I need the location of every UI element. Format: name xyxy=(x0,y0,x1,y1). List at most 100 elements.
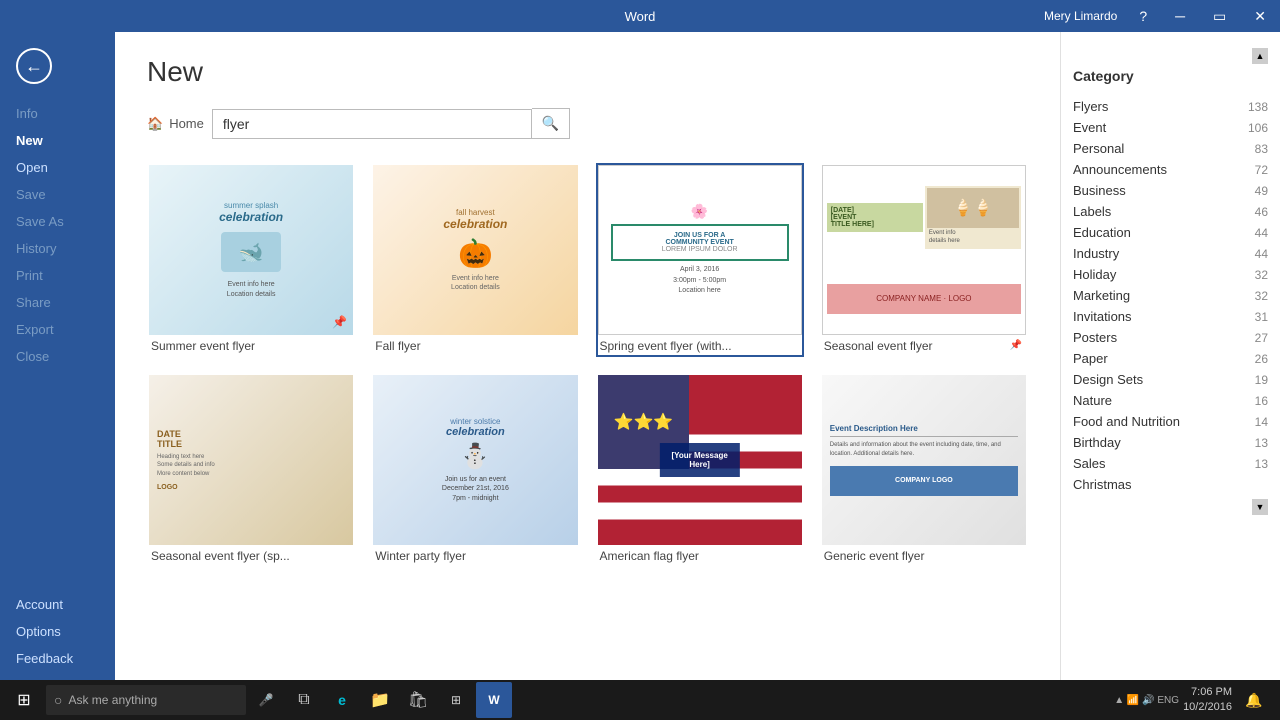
category-label: Food and Nutrition xyxy=(1073,414,1180,429)
category-label: Christmas xyxy=(1073,477,1132,492)
category-label: Personal xyxy=(1073,141,1124,156)
help-button[interactable]: ? xyxy=(1133,6,1153,26)
sidebar-item-feedback[interactable]: Feedback xyxy=(0,645,115,672)
template-card[interactable]: fall harvest celebration 🎃 Event info he… xyxy=(371,163,579,357)
category-count: 138 xyxy=(1248,100,1268,114)
main-content: New 🏠 Home 🔍 summer splash celebration 🐋 xyxy=(115,32,1060,680)
sidebar-item-new[interactable]: New xyxy=(0,127,115,154)
template-thumbnail: fall harvest celebration 🎃 Event info he… xyxy=(373,165,577,335)
category-count: 106 xyxy=(1248,121,1268,135)
notification-button[interactable]: 🔔 xyxy=(1236,682,1272,718)
category-item[interactable]: Nature16 xyxy=(1073,390,1268,411)
category-item[interactable]: Food and Nutrition14 xyxy=(1073,411,1268,432)
category-panel: ▲ Category Flyers138Event106Personal83An… xyxy=(1060,32,1280,680)
category-item[interactable]: Holiday32 xyxy=(1073,264,1268,285)
taskbar-search[interactable]: ○ Ask me anything xyxy=(46,685,246,715)
template-card[interactable]: Event Description Here Details and infor… xyxy=(820,373,1028,567)
category-item[interactable]: Labels46 xyxy=(1073,201,1268,222)
sidebar-item-open[interactable]: Open xyxy=(0,154,115,181)
search-label: Ask me anything xyxy=(68,693,157,707)
sidebar-item-info[interactable]: Info xyxy=(0,100,115,127)
sidebar-item-close[interactable]: Close xyxy=(0,343,115,370)
template-card[interactable]: ⭐⭐⭐ [Your MessageHere] American flag fly… xyxy=(596,373,804,567)
system-tray: ▲ 📶 🔊 ENG xyxy=(1114,695,1179,706)
minimize-button[interactable]: ─ xyxy=(1169,6,1191,26)
category-count: 13 xyxy=(1255,436,1268,450)
sidebar-item-history[interactable]: History xyxy=(0,235,115,262)
sidebar-item-save[interactable]: Save xyxy=(0,181,115,208)
sidebar-item-share[interactable]: Share xyxy=(0,289,115,316)
template-label: Spring event flyer (with... xyxy=(598,335,802,355)
category-item[interactable]: Paper26 xyxy=(1073,348,1268,369)
category-label: Event xyxy=(1073,120,1106,135)
category-count: 16 xyxy=(1255,394,1268,408)
maximize-button[interactable]: ▭ xyxy=(1207,6,1232,27)
category-item[interactable]: Sales13 xyxy=(1073,453,1268,474)
sidebar-item-print[interactable]: Print xyxy=(0,262,115,289)
search-input[interactable] xyxy=(212,109,532,139)
template-card[interactable]: 🌸 JOIN US FOR ACOMMUNITY EVENTLOREM IPSU… xyxy=(596,163,804,357)
template-label: Fall flyer xyxy=(373,335,577,355)
word-button[interactable]: W xyxy=(476,682,512,718)
category-item[interactable]: Education44 xyxy=(1073,222,1268,243)
category-item[interactable]: Industry44 xyxy=(1073,243,1268,264)
category-label: Industry xyxy=(1073,246,1119,261)
template-card[interactable]: winter solstice celebration ⛄ Join us fo… xyxy=(371,373,579,567)
search-button[interactable]: 🔍 xyxy=(532,108,570,139)
category-item[interactable]: Flyers138 xyxy=(1073,96,1268,117)
titlebar: Word Mery Limardo ? ─ ▭ ✕ xyxy=(0,0,1280,32)
app-name: Word xyxy=(625,9,656,24)
start-button[interactable]: ⊞ xyxy=(4,680,44,720)
template-card[interactable]: DATETITLE Heading text hereSome details … xyxy=(147,373,355,567)
folder-button[interactable]: 📁 xyxy=(362,682,398,718)
sidebar-item-options[interactable]: Options xyxy=(0,618,115,645)
sidebar-item-save-as[interactable]: Save As xyxy=(0,208,115,235)
template-label: Seasonal event flyer xyxy=(822,335,935,355)
home-button[interactable]: 🏠 Home xyxy=(147,116,212,132)
template-thumbnail: 🌸 JOIN US FOR ACOMMUNITY EVENTLOREM IPSU… xyxy=(598,165,802,335)
category-item[interactable]: Christmas xyxy=(1073,474,1268,495)
edge-button[interactable]: e xyxy=(324,682,360,718)
home-icon: 🏠 xyxy=(147,116,163,132)
template-label: Winter party flyer xyxy=(373,545,577,565)
template-thumbnail: winter solstice celebration ⛄ Join us fo… xyxy=(373,375,577,545)
apps-button[interactable]: ⊞ xyxy=(438,682,474,718)
category-count: 13 xyxy=(1255,457,1268,471)
clock: 7:06 PM 10/2/2016 xyxy=(1183,685,1232,716)
category-label: Announcements xyxy=(1073,162,1167,177)
category-item[interactable]: Marketing32 xyxy=(1073,285,1268,306)
taskbar: ⊞ ○ Ask me anything 🎤 ⧉ e 📁 🛍 ⊞ W ▲ 📶 🔊 … xyxy=(0,680,1280,720)
template-grid: summer splash celebration 🐋 Event info h… xyxy=(147,163,1036,567)
category-item[interactable]: Event 106 xyxy=(1073,117,1268,138)
template-thumbnail: Event Description Here Details and infor… xyxy=(822,375,1026,545)
category-item[interactable]: Birthday 13 xyxy=(1073,432,1268,453)
category-item[interactable]: Invitations31 xyxy=(1073,306,1268,327)
category-label: Paper xyxy=(1073,351,1108,366)
category-label: Birthday xyxy=(1073,435,1121,450)
category-item[interactable]: Personal83 xyxy=(1073,138,1268,159)
template-card[interactable]: summer splash celebration 🐋 Event info h… xyxy=(147,163,355,357)
sidebar-item-export[interactable]: Export xyxy=(0,316,115,343)
category-item[interactable]: Design Sets19 xyxy=(1073,369,1268,390)
titlebar-controls: Mery Limardo ? ─ ▭ ✕ xyxy=(1044,6,1272,27)
sidebar-item-account[interactable]: Account xyxy=(0,591,115,618)
template-label: Seasonal event flyer (sp... xyxy=(149,545,353,565)
scroll-down-button[interactable]: ▼ xyxy=(1252,499,1268,515)
mic-button[interactable]: 🎤 xyxy=(248,682,284,718)
category-item[interactable]: Business49 xyxy=(1073,180,1268,201)
category-count: 49 xyxy=(1255,184,1268,198)
category-item[interactable]: Announcements 72 xyxy=(1073,159,1268,180)
template-card[interactable]: [DATE][EVENTTITLE HERE] 🍦🍦 Event infodet… xyxy=(820,163,1028,357)
pin-icon: 📌 xyxy=(332,315,347,329)
cortana-icon: ○ xyxy=(54,692,62,708)
template-thumbnail: summer splash celebration 🐋 Event info h… xyxy=(149,165,353,335)
back-button[interactable]: ← xyxy=(16,48,52,84)
sidebar: ← Info New Open Save Save As History Pri… xyxy=(0,32,115,680)
task-view-button[interactable]: ⧉ xyxy=(286,682,322,718)
category-item[interactable]: Posters27 xyxy=(1073,327,1268,348)
close-button[interactable]: ✕ xyxy=(1248,6,1272,27)
scroll-up-button[interactable]: ▲ xyxy=(1252,48,1268,64)
template-thumbnail: ⭐⭐⭐ [Your MessageHere] xyxy=(598,375,802,545)
category-count: 72 xyxy=(1255,163,1268,177)
store-button[interactable]: 🛍 xyxy=(400,682,436,718)
